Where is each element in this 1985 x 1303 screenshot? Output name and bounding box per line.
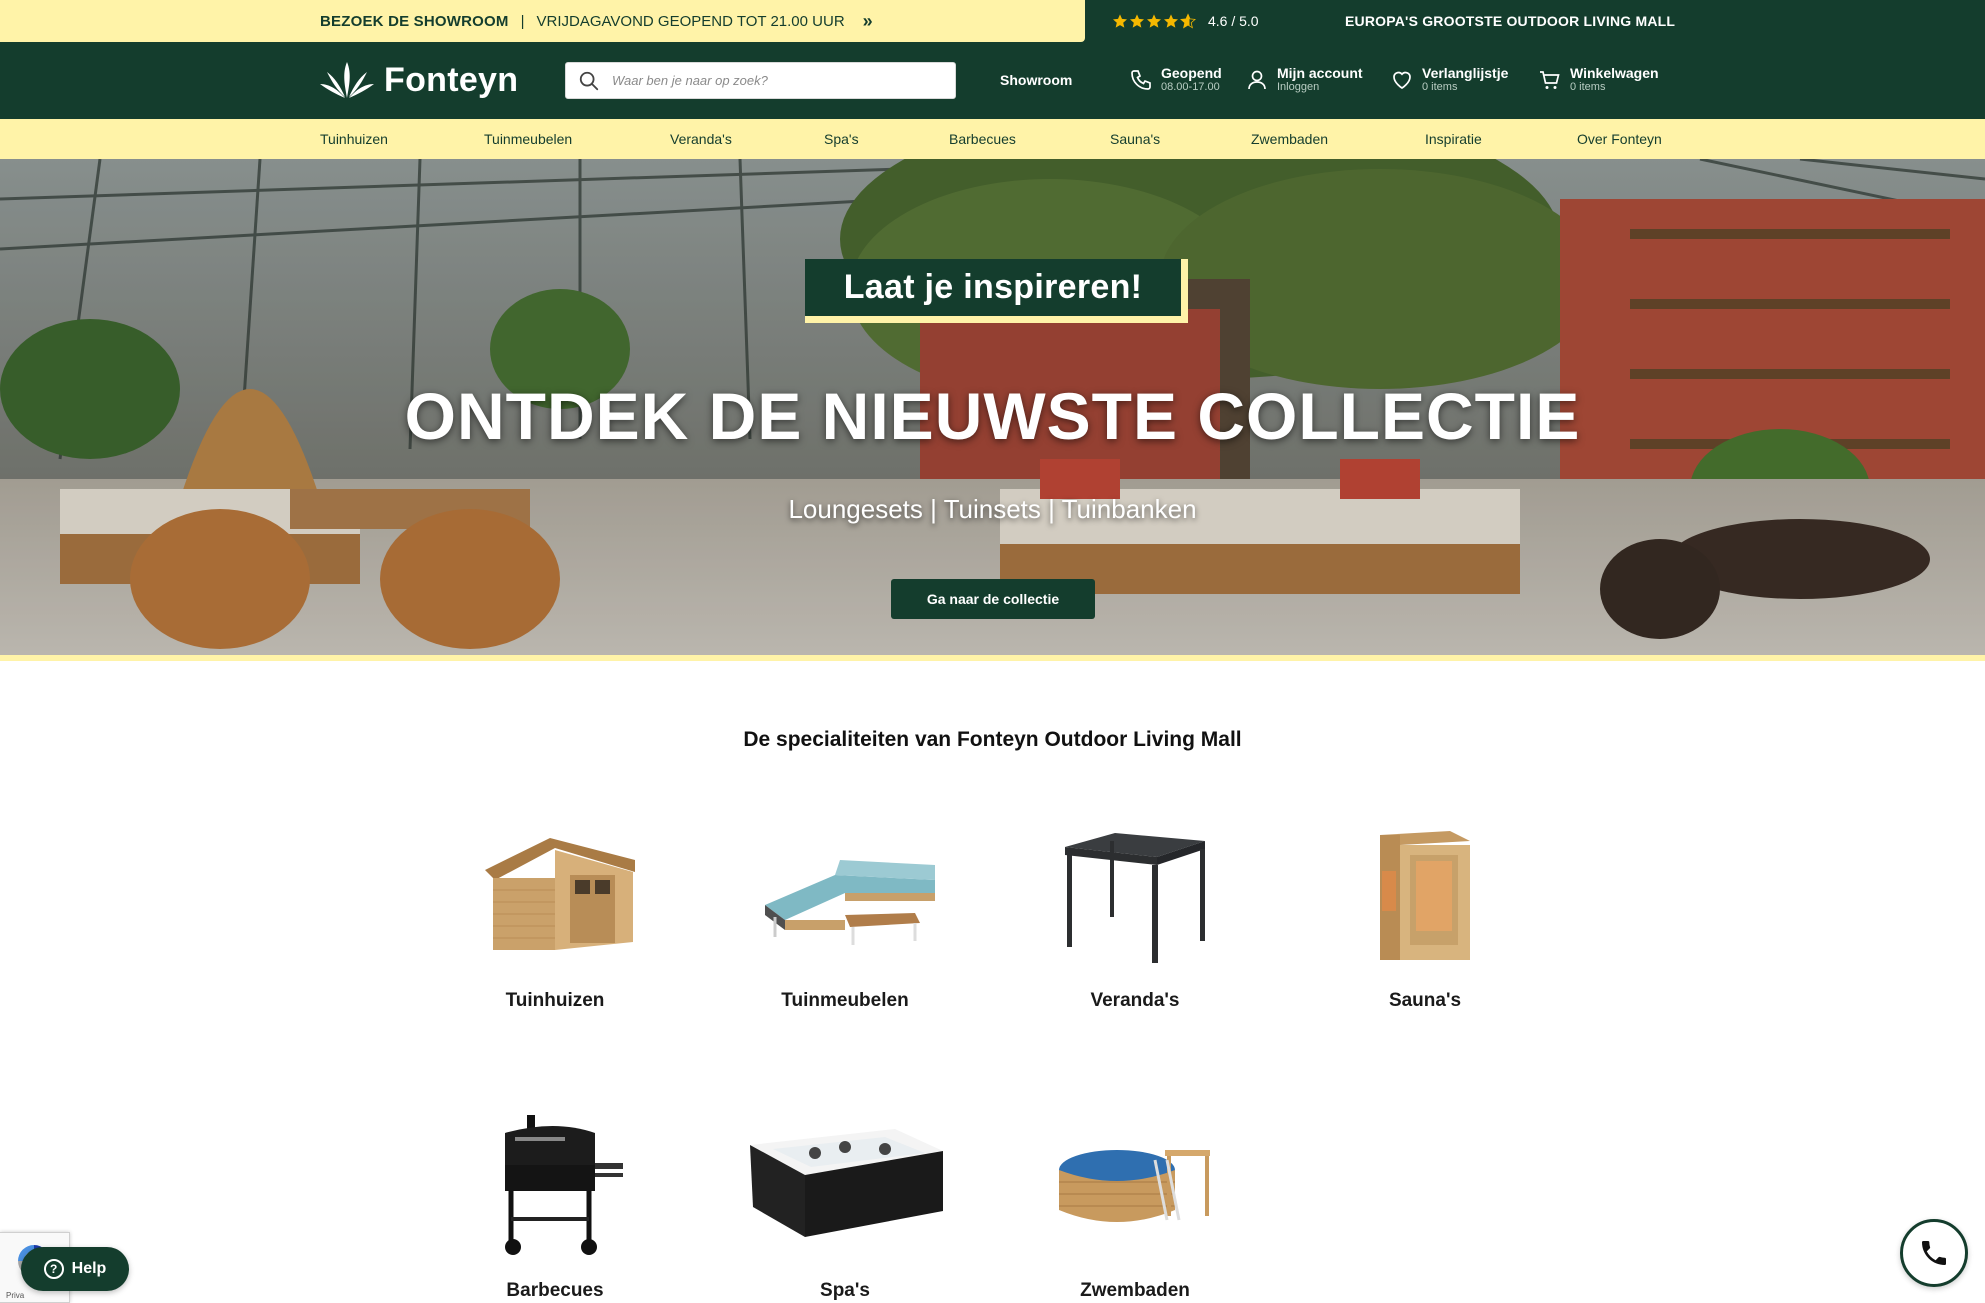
cart-count: 0 items [1570,81,1606,93]
half-star-icon [1180,13,1196,29]
star-icon [1147,14,1161,28]
account-title: Mijn account [1277,65,1363,81]
category-card-tuinhuizen[interactable]: Tuinhuizen [455,820,655,1012]
specialties-title: De specialiteiten van Fonteyn Outdoor Li… [743,728,1242,751]
phone-handset-icon [1922,1241,1946,1265]
promo-separator: | [520,12,525,30]
showroom-link[interactable]: Showroom [1000,72,1072,88]
opening-hours[interactable]: Geopend 08.00-17.00 [1129,66,1222,94]
showroom-promo[interactable]: BEZOEK DE SHOWROOM | VRIJDAGAVOND GEOPEN… [0,0,1085,42]
cart-title: Winkelwagen [1570,65,1659,81]
star-icon [1164,14,1178,28]
hero-title: ONTDEK DE NIEUWSTE COLLECTIE [404,379,1581,453]
nav-item-barbecues[interactable]: Barbecues [949,119,1016,159]
cart-icon [1540,71,1560,89]
category-label: Spa's [820,1280,870,1301]
fonteyn-logo[interactable]: Fonteyn [318,60,518,100]
account-login: Inloggen [1277,81,1320,93]
category-card-verandas[interactable]: Veranda's [1035,820,1235,1012]
open-title: Geopend [1161,65,1222,81]
category-card-zwembaden[interactable]: Zwembaden [1035,1110,1235,1302]
hero-divider [0,655,1985,661]
sauna-image [1380,831,1470,960]
category-card-tuinmeubelen[interactable]: Tuinmeubelen [745,820,945,1012]
nav-item-inspiratie[interactable]: Inspiratie [1425,119,1482,159]
spa-image [750,1129,943,1237]
star-rating [1112,13,1196,29]
help-button[interactable]: ? Help [21,1247,129,1291]
recaptcha-privacy: Priva [6,1291,25,1300]
promo-bar: BEZOEK DE SHOWROOM | VRIJDAGAVOND GEOPEN… [0,0,1985,42]
search-bar[interactable] [565,62,956,99]
category-label: Veranda's [1090,990,1180,1011]
garden-furniture-image [765,860,935,945]
category-label: Tuinmeubelen [781,990,909,1011]
inspire-badge: Laat je inspireren! [805,259,1188,323]
barbecue-image [505,1114,623,1255]
visit-showroom-text: BEZOEK DE SHOWROOM [320,12,509,30]
nav-item-over-fonteyn[interactable]: Over Fonteyn [1577,119,1662,159]
garden-house-image [485,838,635,950]
hero-subtitle: Loungesets | Tuinsets | Tuinbanken [788,494,1197,524]
wishlist-link[interactable]: Verlanglijstje 0 items [1390,66,1508,94]
rating-score: 4.6 / 5.0 [1208,13,1259,29]
pool-image [1059,1150,1210,1222]
mall-tagline: EUROPA'S GROOTSTE OUTDOOR LIVING MALL [1345,13,1676,29]
star-icon [1130,14,1144,28]
category-card-saunas[interactable]: Sauna's [1325,820,1525,1012]
inspire-badge-text: Laat je inspireren! [805,259,1181,316]
category-label: Tuinhuizen [505,990,605,1011]
fonteyn-leaf-icon [320,62,374,98]
nav-item-zwembaden[interactable]: Zwembaden [1251,119,1328,159]
category-card-spas[interactable]: Spa's [745,1110,945,1302]
help-label: Help [71,1260,107,1277]
call-button[interactable] [1900,1219,1968,1287]
heart-icon [1393,71,1411,90]
nav-item-spas[interactable]: Spa's [824,119,859,159]
open-hours: 08.00-17.00 [1161,81,1220,93]
veranda-image [1065,833,1205,963]
double-chevron-right-icon: » [862,10,873,31]
question-icon: ? [43,1259,64,1279]
search-input[interactable] [612,73,942,88]
wishlist-count: 0 items [1422,81,1458,93]
category-label: Zwembaden [1080,1280,1190,1301]
nav-item-tuinhuizen[interactable]: Tuinhuizen [320,119,388,159]
main-header: Fonteyn Showroom Geopend 08.00-17.00 Mij… [0,42,1985,119]
nav-item-tuinmeubelen[interactable]: Tuinmeubelen [484,119,572,159]
nav-item-saunas[interactable]: Sauna's [1110,119,1160,159]
category-label: Barbecues [506,1280,604,1301]
logo-text: Fonteyn [384,60,519,99]
category-nav: Tuinhuizen Tuinmeubelen Veranda's Spa's … [0,119,1985,159]
category-card-barbecues[interactable]: Barbecues [455,1110,655,1302]
collection-button[interactable]: Ga naar de collectie [891,579,1095,619]
nav-item-verandas[interactable]: Veranda's [670,119,732,159]
star-icon [1113,14,1127,28]
search-icon [579,71,599,90]
user-icon [1248,70,1266,90]
wishlist-title: Verlanglijstje [1422,65,1509,81]
category-label: Sauna's [1388,990,1462,1011]
opening-hours-text: VRIJDAGAVOND GEOPEND TOT 21.00 UUR [536,12,845,30]
cart-link[interactable]: Winkelwagen 0 items [1538,66,1659,94]
account-link[interactable]: Mijn account Inloggen [1245,66,1363,94]
phone-icon [1131,70,1151,90]
rating-block[interactable]: 4.6 / 5.0 [1112,0,1259,42]
